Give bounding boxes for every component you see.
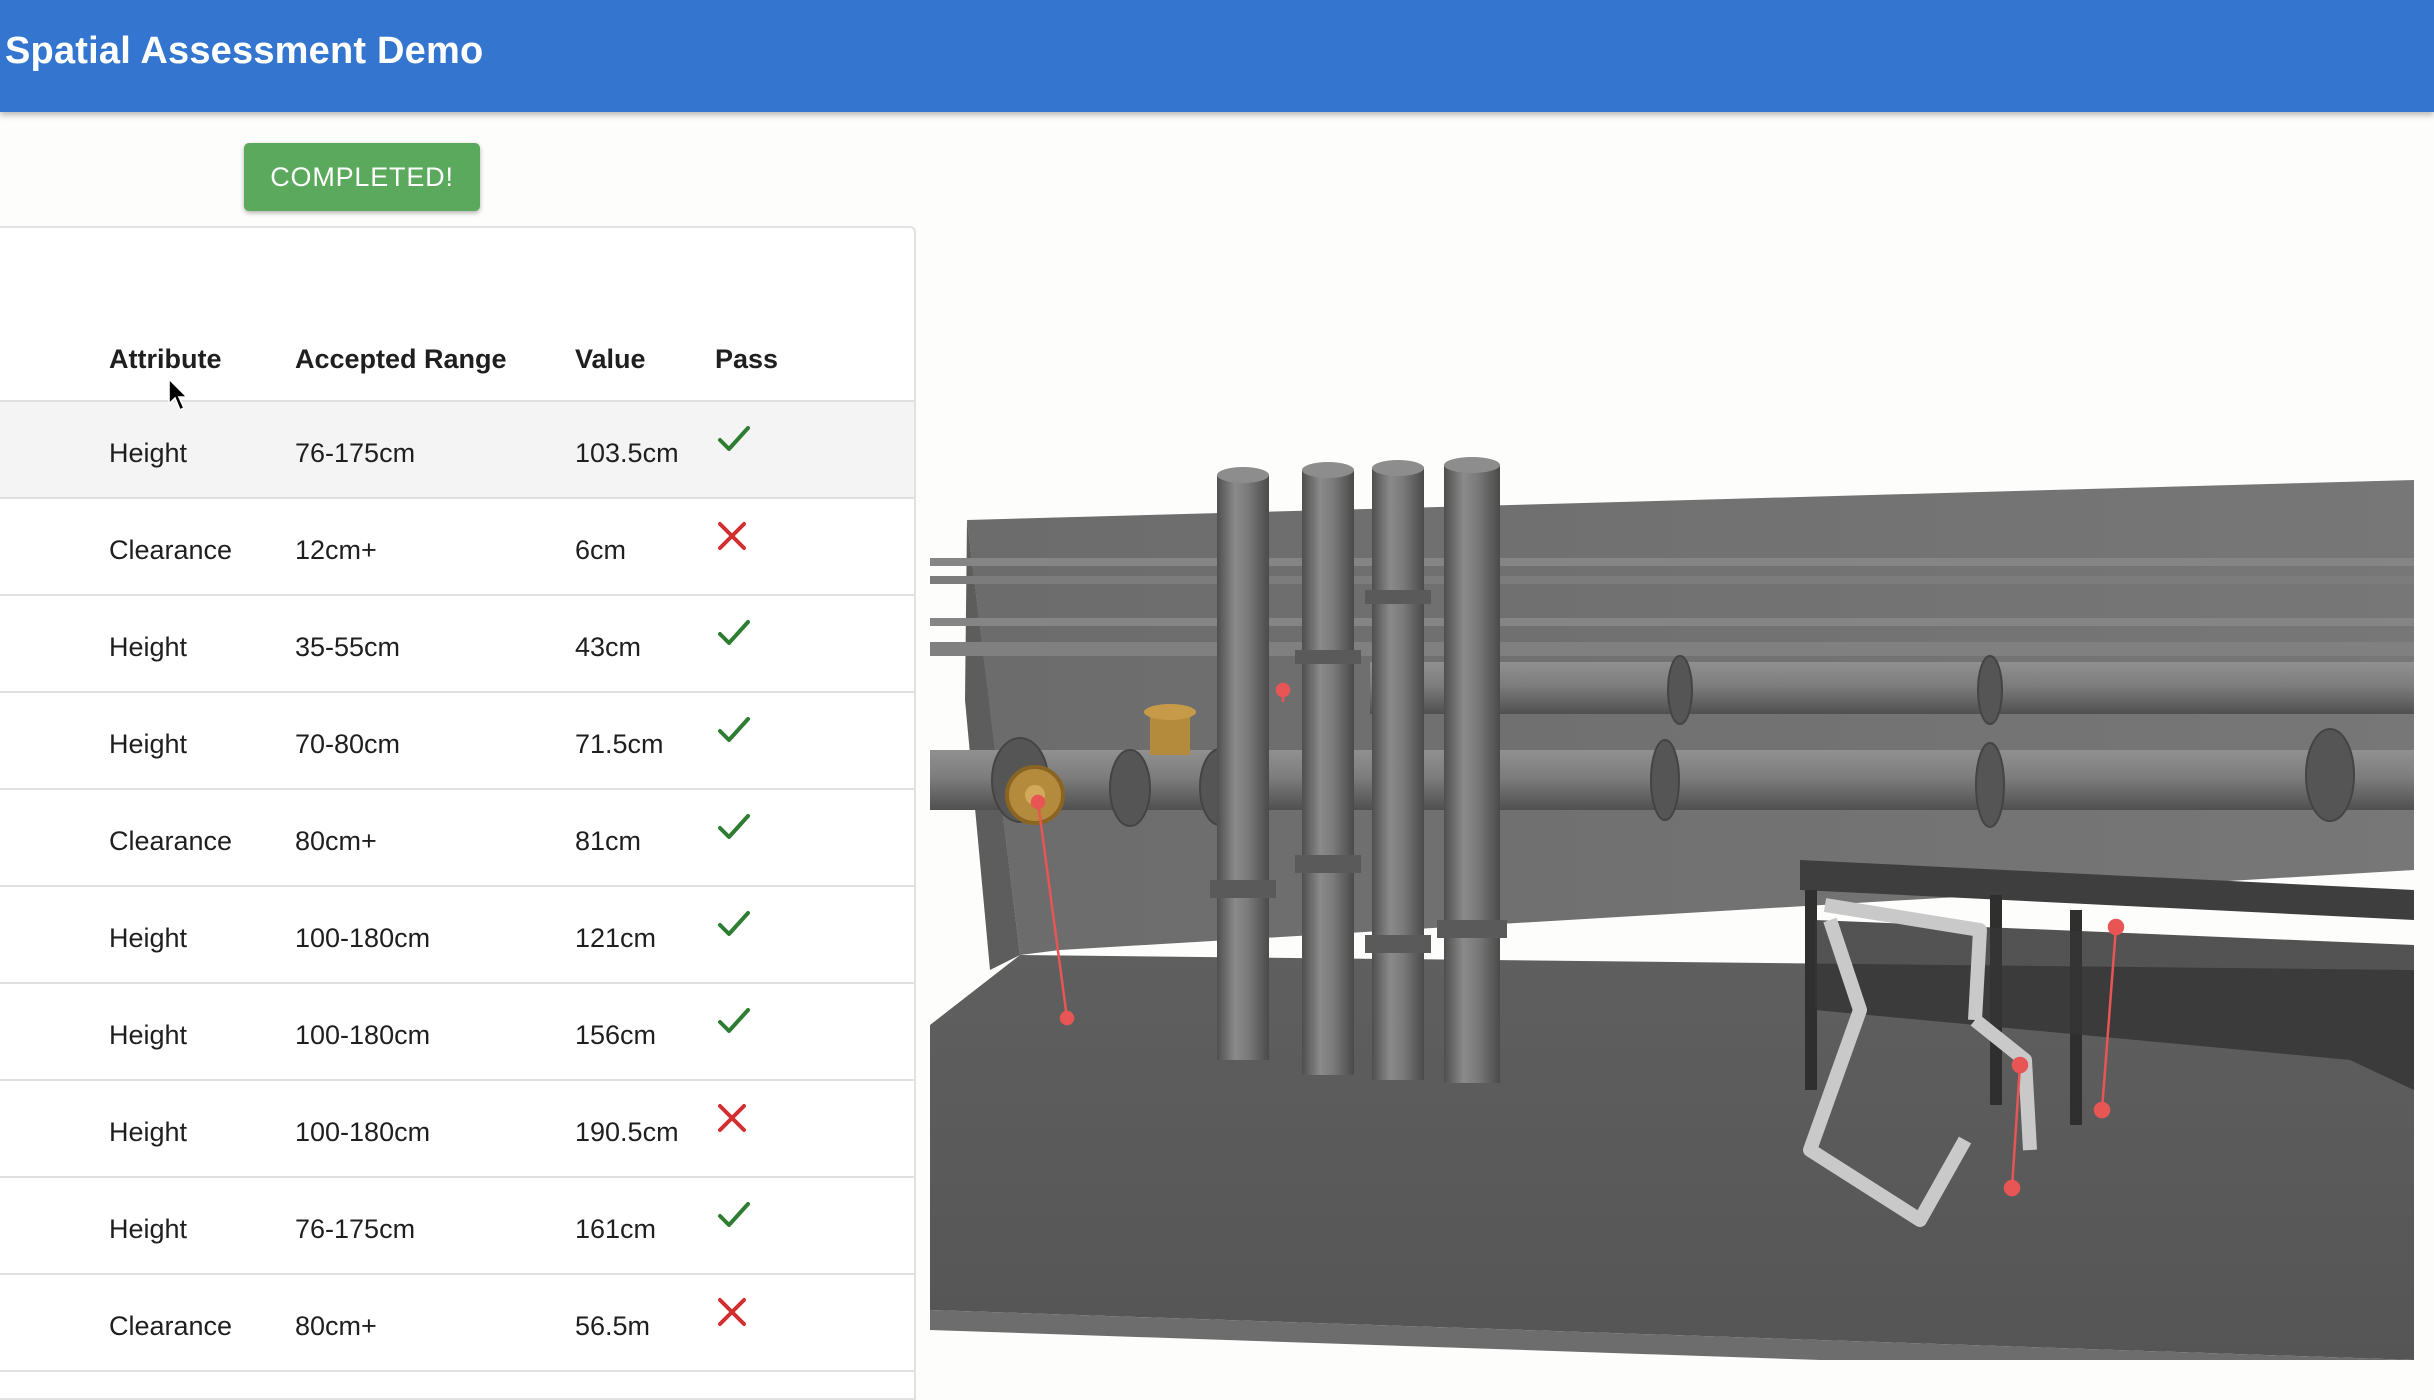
- accepted-range-cell: 76-175cm: [295, 1214, 416, 1244]
- table-header: Attribute Accepted Range Value Pass: [0, 328, 914, 402]
- table-row[interactable]: Height 100-180cm 156cm: [0, 984, 914, 1081]
- accepted-range-cell: 12cm+: [295, 535, 377, 565]
- checkmark-icon: [717, 424, 751, 454]
- value-cell: 43cm: [575, 632, 642, 662]
- value-cell: 71.5cm: [575, 729, 664, 759]
- accepted-range-cell: 100-180cm: [295, 923, 431, 953]
- mouse-pointer-icon: [168, 377, 190, 417]
- attribute-cell: Clearance: [109, 1311, 233, 1341]
- attribute-cell: Height: [109, 632, 188, 662]
- attribute-cell: Clearance: [109, 826, 233, 856]
- results-table-panel: Attribute Accepted Range Value Pass Heig…: [0, 226, 916, 1400]
- accepted-range-cell: 70-80cm: [295, 729, 401, 759]
- accepted-range-cell: 35-55cm: [295, 632, 401, 662]
- table-row[interactable]: Height 100-180cm 190.5cm: [0, 1081, 914, 1178]
- header-pass: Pass: [715, 344, 779, 374]
- table-row[interactable]: Clearance 12cm+ 6cm: [0, 499, 914, 596]
- value-cell: 103.5cm: [575, 438, 679, 468]
- cross-icon: [717, 1103, 747, 1133]
- cross-icon: [717, 521, 747, 551]
- checkmark-icon: [717, 1006, 751, 1036]
- app-title: Spatial Assessment Demo: [5, 30, 484, 72]
- table-row[interactable]: Height 76-175cm 103.5cm: [0, 402, 914, 499]
- accepted-range-cell: 76-175cm: [295, 438, 416, 468]
- value-cell: 121cm: [575, 923, 657, 953]
- checkmark-icon: [717, 909, 751, 939]
- value-cell: 190.5cm: [575, 1117, 679, 1147]
- attribute-cell: Clearance: [109, 535, 233, 565]
- table-row[interactable]: Clearance 80cm+ 81cm: [0, 790, 914, 887]
- attribute-cell: Height: [109, 923, 188, 953]
- attribute-cell: Height: [109, 729, 188, 759]
- accepted-range-cell: 100-180cm: [295, 1117, 431, 1147]
- checkmark-icon: [717, 812, 751, 842]
- accepted-range-cell: 80cm+: [295, 826, 377, 856]
- completed-button[interactable]: COMPLETED!: [244, 143, 480, 211]
- attribute-cell: Height: [109, 1214, 188, 1244]
- table-row[interactable]: Height 100-180cm 121cm: [0, 887, 914, 984]
- value-cell: 156cm: [575, 1020, 657, 1050]
- value-cell: 6cm: [575, 535, 627, 565]
- attribute-cell: Height: [109, 1020, 188, 1050]
- attribute-cell: Height: [109, 438, 188, 468]
- value-cell: 161cm: [575, 1214, 657, 1244]
- checkmark-icon: [717, 1200, 751, 1230]
- cross-icon: [717, 1297, 747, 1327]
- header-accepted-range: Accepted Range: [295, 344, 507, 374]
- header-attribute: Attribute: [109, 344, 222, 374]
- table-row[interactable]: Height 76-175cm 161cm: [0, 1178, 914, 1275]
- table-row[interactable]: Height 70-80cm 71.5cm: [0, 693, 914, 790]
- table-row[interactable]: Height 35-55cm 43cm: [0, 596, 914, 693]
- app-bar: Spatial Assessment Demo: [0, 0, 2434, 112]
- accepted-range-cell: 100-180cm: [295, 1020, 431, 1050]
- table-row[interactable]: Clearance 80cm+ 56.5m: [0, 1275, 914, 1372]
- accepted-range-cell: 80cm+: [295, 1311, 377, 1341]
- checkmark-icon: [717, 715, 751, 745]
- 3d-viewport[interactable]: [930, 450, 2414, 1380]
- attribute-cell: Height: [109, 1117, 188, 1147]
- value-cell: 56.5m: [575, 1311, 651, 1341]
- checkmark-icon: [717, 618, 751, 648]
- value-cell: 81cm: [575, 826, 642, 856]
- header-value: Value: [575, 344, 646, 374]
